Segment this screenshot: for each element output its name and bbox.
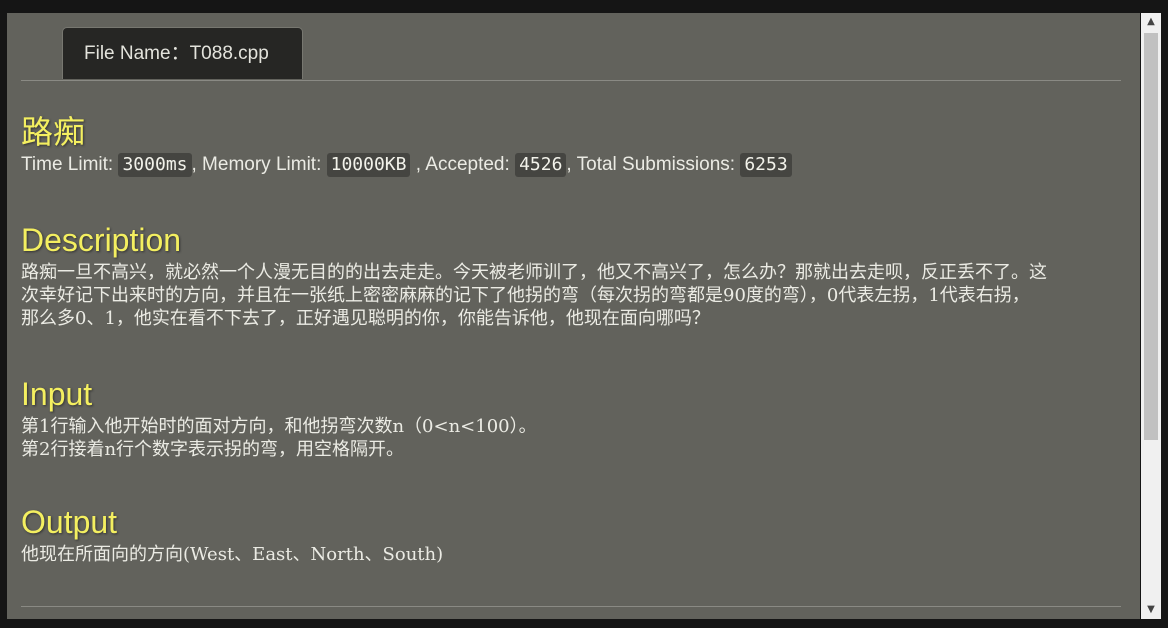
output-section: Output 他现在所面向的方向(West、East、North、South) [21,501,1125,566]
problem-limits: Time Limit: 3000ms, Memory Limit: 10000K… [21,152,1125,178]
accepted-label: , Accepted: [410,154,516,175]
description-line: 路痴一旦不高兴，就必然一个人漫无目的的出去走走。今天被老师训了，他又不高兴了，怎… [21,262,1047,283]
description-text: 路痴一旦不高兴，就必然一个人漫无目的的出去走走。今天被老师训了，他又不高兴了，怎… [21,261,1125,330]
problem-content: 路痴 Time Limit: 3000ms, Memory Limit: 100… [21,111,1125,565]
memory-limit-value: 10000KB [326,153,411,177]
input-text: 第1行输入他开始时的面对方向，和他拐弯次数n（0<n<100）。 第2行接着n行… [21,415,1125,461]
output-line: 他现在所面向的方向(West、East、North、South) [21,544,444,565]
output-heading: Output [21,504,118,540]
output-text: 他现在所面向的方向(West、East、North、South) [21,543,1125,566]
problem-title: 路痴 [21,113,86,151]
submissions-count: 6253 [740,153,792,177]
input-section: Input 第1行输入他开始时的面对方向，和他拐弯次数n（0<n<100）。 第… [21,373,1125,461]
tab-bar: File Name：T088.cpp [21,13,1121,81]
memory-limit-label: , Memory Limit: [191,154,327,175]
scroll-down-icon[interactable]: ▼ [1141,601,1161,619]
vertical-scrollbar[interactable]: ▲ ▼ [1141,13,1161,619]
description-line: 次幸好记下出来时的方向，并且在一张纸上密密麻麻的记下了他拐的弯（每次拐的弯都是9… [21,285,1030,306]
accepted-count: 4526 [515,153,567,177]
time-limit-label: Time Limit: [21,154,119,175]
description-heading: Description [21,222,182,258]
file-tab[interactable]: File Name：T088.cpp [62,27,303,79]
description-line: 那么多0、1，他实在看不下去了，正好遇见聪明的你，你能告诉他，他现在面向哪吗？ [21,308,710,329]
description-section: Description 路痴一旦不高兴，就必然一个人漫无目的的出去走走。今天被老… [21,219,1125,330]
input-line: 第1行输入他开始时的面对方向，和他拐弯次数n（0<n<100）。 [21,416,537,437]
time-limit-value: 3000ms [118,153,192,177]
problem-viewer: File Name：T088.cpp 路痴 Time Limit: 3000ms… [7,13,1140,619]
input-heading: Input [21,376,93,412]
submissions-label: , Total Submissions: [566,154,741,175]
scroll-thumb[interactable] [1144,33,1158,440]
input-line: 第2行接着n行个数字表示拐的弯，用空格隔开。 [21,439,405,460]
scroll-up-icon[interactable]: ▲ [1141,13,1161,31]
bottom-divider [21,606,1121,607]
